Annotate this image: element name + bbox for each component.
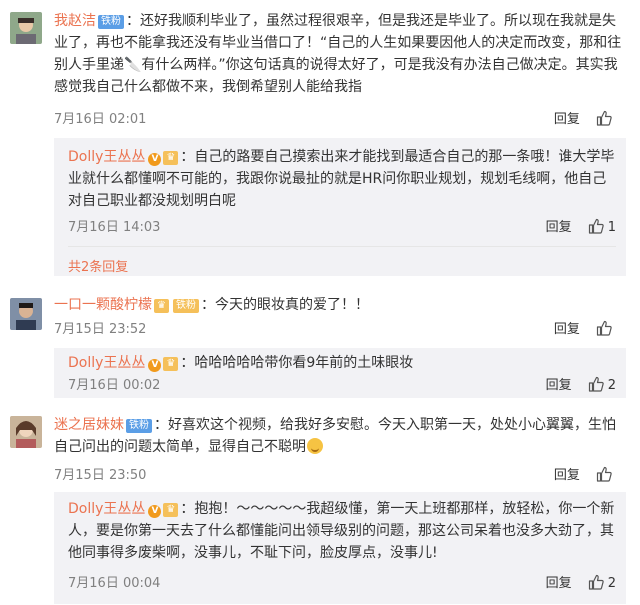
reply-time: 7月16日 14:03 (68, 220, 161, 235)
comment-meta: 7月15日 23:50 回复 (54, 466, 624, 486)
fan-badge[interactable]: 铁粉 (126, 419, 152, 433)
avatar[interactable] (10, 298, 42, 330)
thumbs-up-icon (596, 320, 612, 336)
reply-divider (68, 246, 616, 247)
reply-meta: 7月16日 14:03 回复 1 (68, 218, 616, 238)
sweat-smile-emoji-icon (307, 438, 323, 454)
comment-meta: 7月15日 23:52 回复 (54, 320, 624, 340)
reply-time: 7月16日 00:04 (68, 576, 161, 591)
reply-text: ：哈哈哈哈哈带你看9年前的土味眼妆 (180, 355, 414, 371)
like-button[interactable] (596, 320, 624, 340)
reply-meta: 7月16日 00:04 回复 2 (68, 574, 616, 594)
thumbs-up-icon (588, 376, 604, 392)
comment-username[interactable]: 迷之居妹妹 (54, 417, 124, 433)
reply-box: Dolly王丛丛 V ♛ ：哈哈哈哈哈带你看9年前的土味眼妆 7月16日 00:02 … (54, 348, 626, 398)
comment-time: 7月16日 02:01 (54, 112, 147, 127)
comment-text: ：还好我顺利毕业了，虽然过程很艰辛，但是我还是毕业了。所以现在我就是失业了，再也… (54, 13, 622, 95)
reply-content: Dolly王丛丛 V ♛ ：哈哈哈哈哈带你看9年前的土味眼妆 (68, 352, 616, 374)
crown-icon: ♛ (163, 151, 179, 165)
comment-item: 迷之居妹妹 铁粉 ：好喜欢这个视频，给我好多安慰。今天入职第一天，处处小心翼翼，生怕… (0, 404, 640, 604)
reply-meta: 7月16日 00:02 回复 2 (68, 376, 616, 396)
comment-item: 一口一颗酸柠檬 ♛ 铁粉 ：今天的眼妆真的爱了！！ 7月15日 23:52 回复 Do… (0, 288, 640, 400)
reply-button[interactable]: 回复 (546, 220, 572, 235)
thumbs-up-icon (588, 574, 604, 590)
comment-content: 一口一颗酸柠檬 ♛ 铁粉 ：今天的眼妆真的爱了！！ (54, 294, 624, 316)
reply-time: 7月16日 00:02 (68, 378, 161, 393)
crown-icon: ♛ (163, 357, 179, 371)
reply-username[interactable]: Dolly王丛丛 (68, 355, 145, 371)
fan-badge[interactable]: 铁粉 (172, 299, 199, 313)
v-verified-icon: V (148, 153, 162, 166)
crown-icon: ♛ (154, 299, 169, 313)
comment-meta: 7月16日 02:01 回复 (54, 110, 624, 130)
reply-box: Dolly王丛丛 V ♛ ：抱抱！～～～～～我超级懂，第一天上班都那样，放轻松，你一个… (54, 492, 626, 604)
reply-actions: 回复 2 (546, 574, 616, 594)
avatar[interactable] (10, 416, 42, 448)
like-count: 2 (607, 378, 616, 393)
comment-text: ：今天的眼妆真的爱了！！ (200, 297, 369, 313)
like-button[interactable] (596, 466, 624, 486)
comment-content: 我赵洁 铁粉 ：还好我顺利毕业了，虽然过程很艰辛，但是我还是毕业了。所以现在我就是失… (54, 10, 624, 98)
reply-button[interactable]: 回复 (546, 378, 572, 393)
reply-button[interactable]: 回复 (554, 112, 580, 127)
comment-actions: 回复 (554, 110, 624, 130)
comment-username[interactable]: 一口一颗酸柠檬 (54, 297, 152, 313)
comment-actions: 回复 (554, 466, 624, 486)
crown-icon: ♛ (163, 503, 179, 517)
fan-badge[interactable]: 铁粉 (98, 15, 124, 29)
reply-username[interactable]: Dolly王丛丛 (68, 149, 145, 165)
like-button[interactable]: 2 (588, 376, 616, 396)
like-button[interactable]: 2 (588, 574, 616, 594)
comment-content: 迷之居妹妹 铁粉 ：好喜欢这个视频，给我好多安慰。今天入职第一天，处处小心翼翼，生怕… (54, 414, 624, 458)
thumbs-up-icon (596, 466, 612, 482)
comment-time: 7月15日 23:50 (54, 468, 147, 483)
v-verified-icon: V (148, 505, 162, 518)
reply-actions: 回复 1 (546, 218, 616, 238)
like-button[interactable]: 1 (588, 218, 616, 238)
avatar[interactable] (10, 12, 42, 44)
like-count: 1 (607, 220, 616, 235)
more-replies-link[interactable]: 共2条回复 (68, 256, 128, 275)
thumbs-up-icon (588, 218, 604, 234)
comment-item: 我赵洁 铁粉 ：还好我顺利毕业了，虽然过程很艰辛，但是我还是毕业了。所以现在我就是失… (0, 0, 640, 286)
like-count: 2 (607, 576, 616, 591)
comment-actions: 回复 (554, 320, 624, 340)
reply-button[interactable]: 回复 (546, 576, 572, 591)
reply-username[interactable]: Dolly王丛丛 (68, 501, 145, 517)
reply-button[interactable]: 回复 (554, 322, 580, 337)
reply-button[interactable]: 回复 (554, 468, 580, 483)
reply-content: Dolly王丛丛 V ♛ ：抱抱！～～～～～我超级懂，第一天上班都那样，放轻松，你一个… (68, 498, 616, 564)
reply-content: Dolly王丛丛 V ♛ ：自己的路要自己摸索出来才能找到最适合自己的那一条哦！谁大学… (68, 146, 616, 212)
like-button[interactable] (596, 110, 624, 130)
reply-actions: 回复 2 (546, 376, 616, 396)
reply-box: Dolly王丛丛 V ♛ ：自己的路要自己摸索出来才能找到最适合自己的那一条哦！谁大学… (54, 138, 626, 276)
comment-username[interactable]: 我赵洁 (54, 13, 96, 29)
thumbs-up-icon (596, 110, 612, 126)
v-verified-icon: V (148, 359, 162, 372)
comment-time: 7月15日 23:52 (54, 322, 147, 337)
